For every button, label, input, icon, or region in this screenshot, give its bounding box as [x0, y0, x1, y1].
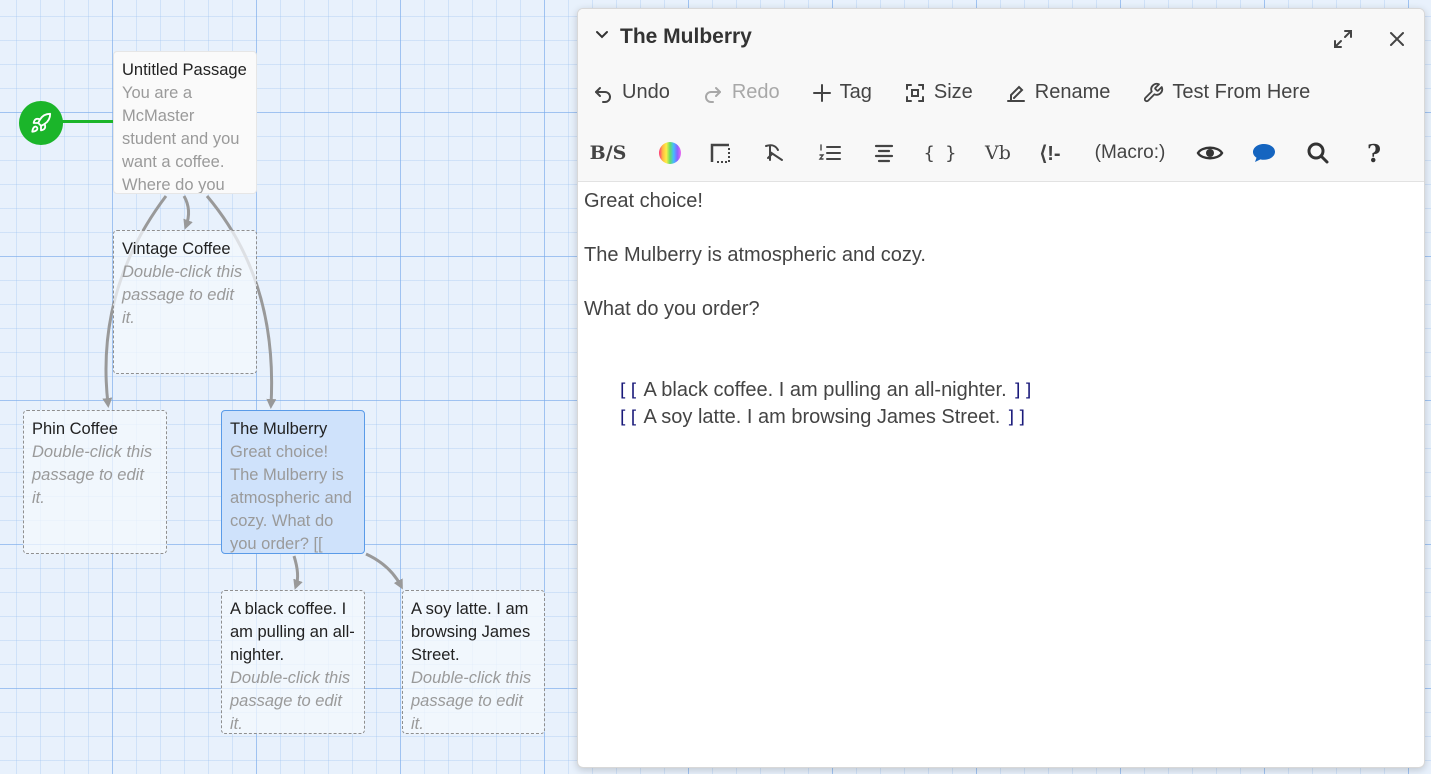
- format-toolbar: B/S { } Vb ⟨!- (Macro:) ?: [590, 137, 1410, 169]
- passage-excerpt: Double-click this passage to edit it.: [122, 263, 243, 327]
- align-special-button[interactable]: [756, 137, 792, 169]
- passage-title: The Mulberry: [230, 420, 328, 438]
- passage-card-phin[interactable]: Phin Coffee Double-click this passage to…: [23, 410, 167, 554]
- eye-icon: [1196, 146, 1224, 160]
- align-center-icon: [874, 144, 894, 163]
- undo-label: Undo: [622, 81, 670, 103]
- align-button[interactable]: [866, 137, 902, 169]
- passage-card-vintage[interactable]: Vintage Coffee Double-click this passage…: [113, 230, 257, 374]
- rename-button[interactable]: Rename: [1005, 81, 1111, 104]
- color-button[interactable]: [652, 137, 688, 169]
- border-icon: [710, 143, 730, 163]
- undo-icon: [595, 86, 611, 103]
- passage-edit-dialog: The Mulberry Undo Redo Tag Size Rename T…: [577, 8, 1425, 768]
- size-label: Size: [933, 81, 973, 103]
- link-mulberry-black: [292, 555, 303, 590]
- editor-line: Great choice!: [584, 190, 703, 212]
- redo-button[interactable]: Redo: [702, 81, 780, 104]
- editor-line: The Mulberry is atmospheric and cozy.: [584, 244, 926, 266]
- passage-excerpt: Double-click this passage to edit it.: [411, 669, 532, 733]
- link-text: A black coffee. I am pulling an all-nigh…: [639, 379, 1013, 401]
- tag-label: Tag: [839, 81, 872, 103]
- rocket-icon[interactable]: [19, 101, 63, 145]
- passage-title: A black coffee. I am pulling an all-nigh…: [230, 600, 355, 664]
- test-from-here-button[interactable]: Test From Here: [1142, 81, 1310, 104]
- search-icon: [1307, 142, 1329, 164]
- tag-button[interactable]: Tag: [812, 81, 872, 104]
- feather-icon: [765, 144, 783, 161]
- dialog-title: The Mulberry: [620, 25, 752, 48]
- rainbow-icon: [659, 142, 681, 164]
- link-close-bracket: ]]: [1005, 407, 1028, 428]
- link-open-bracket: [[: [617, 380, 640, 401]
- link-untitled-vintage: [182, 195, 193, 230]
- bold-strike-button[interactable]: B/S: [589, 137, 627, 169]
- help-button[interactable]: ?: [1356, 137, 1392, 169]
- collapse-whitespace-button[interactable]: { }: [922, 137, 958, 169]
- undo-button[interactable]: Undo: [592, 81, 670, 104]
- wrench-icon: [1144, 82, 1164, 102]
- bold-strike-label: B/S: [589, 142, 627, 164]
- close-icon[interactable]: [1383, 25, 1411, 53]
- passage-card-untitled[interactable]: Untitled Passage You are a McMaster stud…: [113, 51, 257, 194]
- collapse-chevron-icon[interactable]: [594, 27, 610, 48]
- border-button[interactable]: [702, 137, 738, 169]
- passage-excerpt: Great choice! The Mulberry is atmospheri…: [230, 443, 352, 553]
- start-connector: [60, 120, 113, 123]
- link-text: A soy latte. I am browsing James Street.: [639, 406, 1006, 428]
- passage-excerpt: Double-click this passage to edit it.: [32, 443, 153, 507]
- size-button[interactable]: Size: [904, 81, 973, 104]
- braces-label: { }: [923, 142, 957, 164]
- passage-excerpt: Double-click this passage to edit it.: [230, 669, 351, 733]
- passage-card-soy-latte[interactable]: A soy latte. I am browsing James Street.…: [402, 590, 545, 734]
- verbatim-button[interactable]: Vb: [980, 137, 1016, 169]
- passage-title: A soy latte. I am browsing James Street.: [411, 600, 531, 664]
- editor-link-line: [[ A black coffee. I am pulling an all-n…: [584, 350, 1418, 401]
- redo-icon: [704, 86, 721, 103]
- speech-bubble-icon: [1253, 144, 1275, 162]
- link-mulberry-soy: [365, 552, 403, 590]
- find-replace-button[interactable]: [1246, 137, 1282, 169]
- redo-label: Redo: [731, 81, 780, 103]
- list-button[interactable]: [812, 137, 848, 169]
- passage-title: Phin Coffee: [32, 420, 118, 438]
- passage-card-black-coffee[interactable]: A black coffee. I am pulling an all-nigh…: [221, 590, 365, 734]
- link-close-bracket: ]]: [1012, 380, 1034, 401]
- rename-label: Rename: [1034, 81, 1111, 103]
- test-from-here-label: Test From Here: [1172, 81, 1311, 103]
- macro-button[interactable]: (Macro:): [1086, 137, 1174, 169]
- dialog-title-row: The Mulberry: [594, 25, 752, 49]
- passage-text-editor[interactable]: Great choice! The Mulberry is atmospheri…: [578, 182, 1424, 767]
- plus-icon: [812, 83, 831, 102]
- comment-label: ⟨!-: [1039, 142, 1061, 165]
- numbered-list-icon: [818, 144, 841, 160]
- passage-toolbar: Undo Redo Tag Size Rename Test From Here: [592, 81, 1342, 104]
- rename-icon: [1006, 85, 1025, 102]
- help-label: ?: [1366, 138, 1382, 168]
- comment-button[interactable]: ⟨!-: [1032, 137, 1068, 169]
- maximize-icon[interactable]: [1329, 25, 1357, 53]
- passage-excerpt: You are a McMaster student and you want …: [122, 84, 240, 194]
- dialog-header: The Mulberry Undo Redo Tag Size Rename T…: [578, 9, 1424, 182]
- link-open-bracket: [[: [617, 407, 640, 428]
- search-button[interactable]: [1300, 137, 1336, 169]
- vb-label: Vb: [985, 142, 1011, 164]
- macro-label: (Macro:): [1094, 142, 1166, 163]
- passage-card-mulberry[interactable]: The Mulberry Great choice! The Mulberry …: [221, 410, 365, 554]
- editor-line: What do you order?: [584, 298, 760, 320]
- size-icon: [905, 83, 924, 102]
- passage-title: Untitled Passage: [122, 61, 247, 79]
- passage-title: Vintage Coffee: [122, 240, 231, 258]
- preview-button[interactable]: [1192, 137, 1228, 169]
